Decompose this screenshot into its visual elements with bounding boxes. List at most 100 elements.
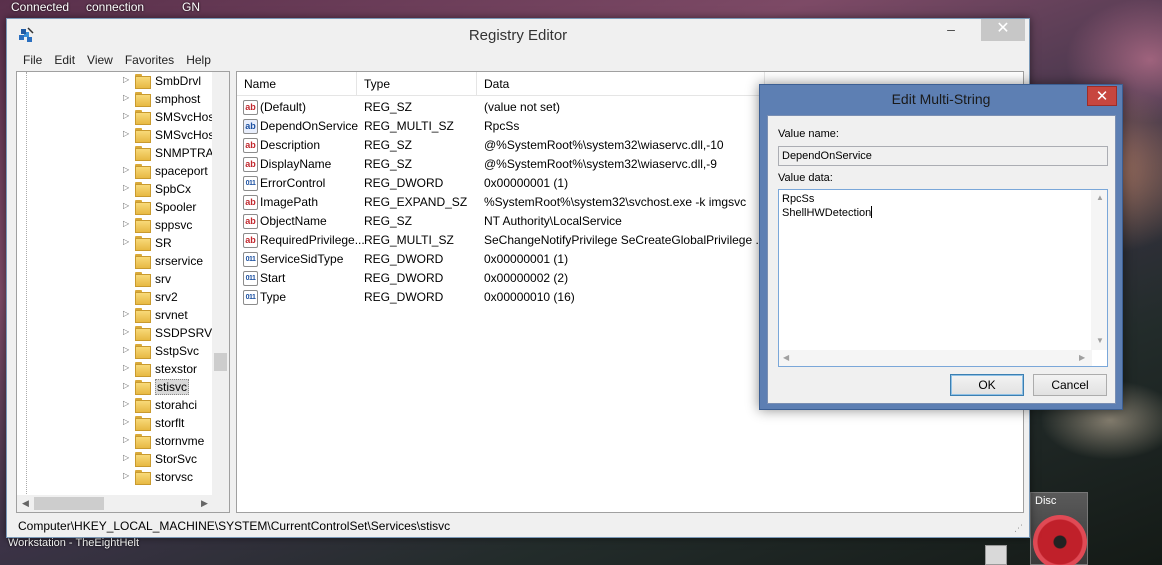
expand-arrow-icon[interactable]: ▷ [123,471,129,480]
dialog-close-button[interactable]: ✕ [1087,86,1117,106]
tree-scroll-thumb[interactable] [214,353,227,371]
tree-item[interactable]: ▷ SMSvcHost [17,126,218,144]
expand-arrow-icon[interactable]: ▷ [123,201,129,210]
value-data: SeChangeNotifyPrivilege SeCreateGlobalPr… [484,233,766,247]
tree-hscroll-thumb[interactable] [34,497,104,510]
folder-icon [135,272,151,287]
key-tree[interactable]: ▷ SmbDrvl ▷ smphost ▷ SMSvcHost ▷ SMSvcHost SNMP… [16,71,230,513]
value-data: 0x00000002 (2) [484,271,569,285]
expand-arrow-icon[interactable]: ▷ [123,111,129,120]
menu-favorites[interactable]: Favorites [119,51,180,71]
tree-item[interactable]: ▷ Spooler [17,198,213,216]
textarea-horizontal-scrollbar[interactable]: ◀ ▶ [779,350,1092,366]
tree-item[interactable]: SNMPTRAP [17,144,222,162]
cancel-button[interactable]: Cancel [1033,374,1107,396]
tree-item[interactable]: ▷ SR [17,234,213,252]
tree-item[interactable]: ▷ stornvme [17,432,213,450]
expand-arrow-icon[interactable]: ▷ [123,345,129,354]
tree-item[interactable]: ▷ storflt [17,414,213,432]
tree-item[interactable]: srv [17,270,213,288]
tree-item-label: SmbDrvl [155,74,202,88]
expand-arrow-icon[interactable]: ▷ [123,93,129,102]
ok-button[interactable]: OK [950,374,1024,396]
tree-item[interactable]: ▷ SmbDrvl [17,72,213,90]
tree-item[interactable]: ▷ spaceport [17,162,213,180]
expand-arrow-icon[interactable]: ▷ [123,363,129,372]
expand-arrow-icon[interactable]: ▷ [123,75,129,84]
column-data[interactable]: Data [477,72,765,96]
title-bar[interactable]: Registry Editor – ✕ [7,19,1029,51]
menu-edit[interactable]: Edit [48,51,81,71]
scroll-up-icon[interactable]: ▲ [1096,193,1104,202]
tree-item[interactable]: ▷ SpbCx [17,180,213,198]
folder-icon [135,200,151,215]
tree-item[interactable]: srv2 [17,288,213,306]
folder-icon [135,236,151,251]
minimize-button[interactable]: – [937,19,965,41]
desktop-text-gn: GN [182,0,200,14]
menu-file[interactable]: File [17,51,48,71]
tree-item-label: StorSvc [155,452,198,466]
tree-item[interactable]: ▷ stisvc [17,378,213,396]
scroll-left-icon[interactable]: ◀ [783,353,789,362]
binary-icon: 011 [243,290,258,305]
tree-item[interactable]: ▷ SstpSvc [17,342,213,360]
tree-item[interactable]: ▷ stexstor [17,360,213,378]
menu-bar: File Edit View Favorites Help [7,51,1029,71]
resize-grip-icon[interactable]: ⋰ [1014,523,1023,534]
scroll-right-icon[interactable]: ▶ [196,495,213,512]
scroll-corner [212,495,229,512]
expand-arrow-icon[interactable]: ▷ [123,129,129,138]
tree-item[interactable]: ▷ SSDPSRV [17,324,213,342]
expand-arrow-icon[interactable]: ▷ [123,165,129,174]
textarea-vertical-scrollbar[interactable]: ▲ ▼ [1091,190,1107,350]
expand-arrow-icon[interactable]: ▷ [123,309,129,318]
tree-item[interactable]: ▷ smphost [17,90,213,108]
tree-item[interactable]: ▷ storvsc [17,468,213,486]
tree-item[interactable]: ▷ sppsvc [17,216,213,234]
scroll-left-icon[interactable]: ◀ [17,495,34,512]
expand-arrow-icon[interactable]: ▷ [123,237,129,246]
tree-item-label: SMSvcHost [155,110,218,124]
value-data-line-1: RpcSs [782,193,815,205]
expand-arrow-icon[interactable]: ▷ [123,327,129,336]
tree-item[interactable]: ▷ SMSvcHost [17,108,218,126]
expand-arrow-icon[interactable]: ▷ [123,453,129,462]
cd-icon [1033,515,1087,565]
disc-gadget[interactable]: Disc [1030,492,1088,565]
folder-icon [135,470,151,485]
tree-item-label: srvnet [155,308,188,322]
expand-arrow-icon[interactable]: ▷ [123,417,129,426]
menu-help[interactable]: Help [180,51,217,71]
tree-item-label: storvsc [155,470,194,484]
value-type: REG_MULTI_SZ [364,119,454,133]
desktop-shortcut-icon[interactable] [985,545,1007,565]
column-name[interactable]: Name [237,72,357,96]
expand-arrow-icon[interactable]: ▷ [123,435,129,444]
scroll-down-icon[interactable]: ▼ [1096,336,1104,345]
disc-label: Disc [1035,495,1057,507]
tree-item[interactable]: ▷ storahci [17,396,213,414]
desktop-bottom-text: Workstation - TheEightHelt [8,537,140,549]
tree-vertical-scrollbar[interactable] [212,72,229,496]
tree-item[interactable]: ▷ StorSvc [17,450,213,468]
expand-arrow-icon[interactable]: ▷ [123,381,129,390]
tree-item[interactable]: ▷ srvnet [17,306,213,324]
scroll-right-icon[interactable]: ▶ [1079,353,1085,362]
tree-item-label: stornvme [155,434,205,448]
value-name-label: Value name: [778,128,839,140]
value-data-textarea[interactable]: RpcSs ShellHWDetection ▲ ▼ ◀ ▶ [778,189,1108,367]
folder-icon [135,452,151,467]
column-type[interactable]: Type [357,72,477,96]
value-data-label: Value data: [778,172,833,184]
tree-item[interactable]: srservice [17,252,213,270]
expand-arrow-icon[interactable]: ▷ [123,399,129,408]
menu-view[interactable]: View [81,51,119,71]
value-name: ErrorControl [260,176,326,190]
tree-item-label: storahci [155,398,198,412]
expand-arrow-icon[interactable]: ▷ [123,183,129,192]
expand-arrow-icon[interactable]: ▷ [123,219,129,228]
tree-horizontal-scrollbar[interactable]: ◀ ▶ [17,495,213,512]
value-type: REG_DWORD [364,271,444,285]
close-button[interactable]: ✕ [981,19,1025,41]
